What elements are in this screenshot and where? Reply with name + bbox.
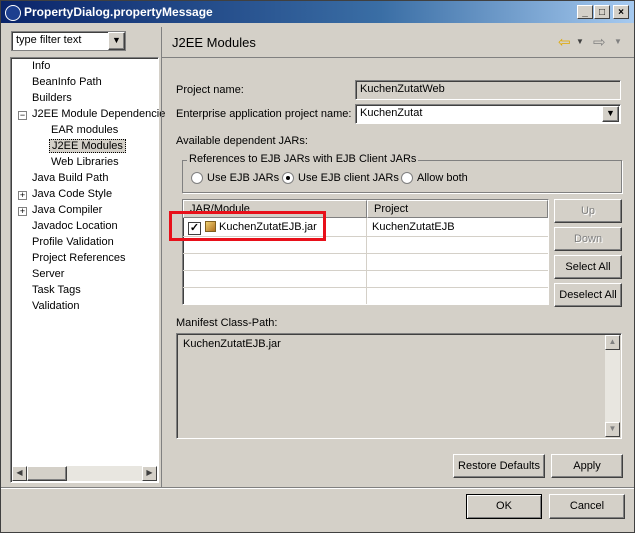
up-button[interactable]: Up: [554, 199, 622, 223]
project-name-value: KuchenZutatWeb: [360, 83, 445, 95]
forward-arrow-icon[interactable]: ⇨: [593, 33, 606, 51]
scroll-up-icon[interactable]: ▲: [605, 335, 620, 350]
ear-dropdown-button[interactable]: ▼: [602, 106, 619, 122]
back-dropdown-icon[interactable]: ▼: [576, 37, 584, 46]
use-ejb-client-jars-radio[interactable]: [282, 172, 294, 184]
page-header: J2EE Modules ⇦ ▼ ⇨ ▼: [162, 27, 634, 57]
tree-item-validation[interactable]: Validation: [32, 300, 80, 312]
maximize-button[interactable]: □: [594, 5, 610, 19]
column-header-project[interactable]: Project: [367, 200, 548, 218]
use-ejb-jars-radio[interactable]: [191, 172, 203, 184]
row-line: [183, 253, 548, 254]
filter-text: type filter text: [16, 34, 82, 46]
use-ejb-jars-label[interactable]: Use EJB JARs: [207, 172, 279, 184]
project-name-label: Project name:: [176, 84, 244, 96]
project-name-field: KuchenZutatWeb: [355, 80, 621, 100]
tree-item-task-tags[interactable]: Task Tags: [32, 284, 81, 296]
page-title: J2EE Modules: [172, 35, 256, 50]
allow-both-label[interactable]: Allow both: [417, 172, 468, 184]
scroll-right-icon[interactable]: ▶: [142, 466, 157, 481]
highlight-box: [169, 211, 326, 241]
ear-project-select[interactable]: KuchenZutat: [355, 104, 621, 124]
available-jars-label: Available dependent JARs:: [176, 135, 308, 147]
manifest-text-area[interactable]: KuchenZutatEJB.jar ▲ ▼: [176, 333, 622, 439]
scroll-thumb[interactable]: [27, 466, 67, 481]
header-separator: [162, 57, 634, 58]
tree-item-java-code-style[interactable]: Java Code Style: [32, 188, 112, 200]
footer-separator: [1, 487, 634, 488]
filter-dropdown-button[interactable]: ▼: [108, 32, 125, 50]
pane-divider[interactable]: [161, 27, 162, 487]
jar-project: KuchenZutatEJB: [372, 221, 455, 233]
tree-item-java-build-path[interactable]: Java Build Path: [32, 172, 108, 184]
restore-defaults-button[interactable]: Restore Defaults: [453, 454, 545, 478]
eclipse-icon: [5, 5, 21, 21]
cancel-button[interactable]: Cancel: [549, 494, 625, 519]
down-button[interactable]: Down: [554, 227, 622, 251]
property-tree: Info BeanInfo Path Builders − J2EE Modul…: [10, 57, 165, 483]
tree-item-project-references[interactable]: Project References: [32, 252, 126, 264]
tree-item-profile-validation[interactable]: Profile Validation: [32, 236, 114, 248]
expand-icon[interactable]: +: [18, 207, 27, 216]
tree-item-web-libraries[interactable]: Web Libraries: [51, 156, 119, 168]
tree-item-j2ee-module-dependencies[interactable]: J2EE Module Dependencie: [32, 108, 165, 120]
tree-horizontal-scrollbar[interactable]: ◀ ▶: [12, 466, 157, 481]
forward-dropdown-icon[interactable]: ▼: [614, 37, 622, 46]
select-all-button[interactable]: Select All: [554, 255, 622, 279]
title-bar[interactable]: PropertyDialog.propertyMessage _ □ ×: [1, 1, 634, 23]
scroll-down-icon[interactable]: ▼: [605, 422, 620, 437]
tree-item-ear-modules[interactable]: EAR modules: [51, 124, 118, 136]
group-title: References to EJB JARs with EJB Client J…: [187, 153, 419, 165]
row-line: [183, 287, 548, 288]
tree-item-java-compiler[interactable]: Java Compiler: [32, 204, 102, 216]
use-ejb-client-jars-label[interactable]: Use EJB client JARs: [298, 172, 399, 184]
scroll-left-icon[interactable]: ◀: [12, 466, 27, 481]
window-title: PropertyDialog.propertyMessage: [24, 5, 213, 19]
tree-item-server[interactable]: Server: [32, 268, 64, 280]
allow-both-radio[interactable]: [401, 172, 413, 184]
row-line: [183, 270, 548, 271]
tree-item-info[interactable]: Info: [32, 60, 50, 72]
collapse-icon[interactable]: −: [18, 111, 27, 120]
manifest-label: Manifest Class-Path:: [176, 317, 278, 329]
manifest-value: KuchenZutatEJB.jar: [183, 338, 281, 350]
tree-item-beaninfo-path[interactable]: BeanInfo Path: [32, 76, 102, 88]
expand-icon[interactable]: +: [18, 191, 27, 200]
close-button[interactable]: ×: [613, 5, 629, 19]
back-arrow-icon[interactable]: ⇦: [558, 33, 571, 51]
manifest-vertical-scrollbar[interactable]: ▲ ▼: [605, 335, 620, 437]
tree-item-j2ee-modules[interactable]: J2EE Modules: [49, 139, 126, 153]
tree-item-javadoc-location[interactable]: Javadoc Location: [32, 220, 118, 232]
deselect-all-button[interactable]: Deselect All: [554, 283, 622, 307]
ok-button[interactable]: OK: [466, 494, 542, 519]
tree-item-builders[interactable]: Builders: [32, 92, 72, 104]
apply-button[interactable]: Apply: [551, 454, 623, 478]
ear-project-value: KuchenZutat: [360, 107, 423, 119]
minimize-button[interactable]: _: [577, 5, 593, 19]
ear-project-label: Enterprise application project name:: [176, 108, 352, 120]
properties-dialog: PropertyDialog.propertyMessage _ □ × typ…: [0, 0, 635, 533]
